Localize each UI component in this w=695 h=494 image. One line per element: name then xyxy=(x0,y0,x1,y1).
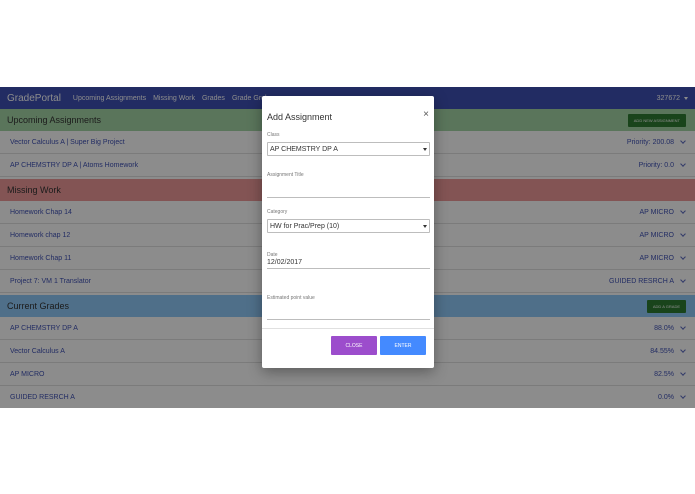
class-select-value: AP CHEMSTRY DP A xyxy=(270,145,338,153)
modal-divider xyxy=(262,328,434,329)
assignment-title-input[interactable] xyxy=(267,186,430,198)
dropdown-arrow-icon xyxy=(423,147,427,151)
close-icon[interactable]: × xyxy=(423,110,429,120)
app-view: GradePortal Upcoming Assignments Missing… xyxy=(0,87,695,408)
dropdown-arrow-icon xyxy=(423,224,427,228)
add-assignment-modal: Add Assignment × Class AP CHEMSTRY DP A … xyxy=(262,96,434,368)
category-label: Category xyxy=(267,209,288,215)
close-button[interactable]: CLOSE xyxy=(331,336,377,355)
date-input[interactable]: 12/02/2017 xyxy=(267,257,430,269)
enter-button[interactable]: ENTER xyxy=(380,336,426,355)
modal-title: Add Assignment xyxy=(267,112,333,122)
category-select[interactable]: HW for Prac/Prep (10) xyxy=(267,219,430,233)
class-select[interactable]: AP CHEMSTRY DP A xyxy=(267,142,430,156)
points-input[interactable] xyxy=(267,308,430,320)
assignment-title-label: Assignment Title xyxy=(267,172,304,178)
class-label: Class xyxy=(267,132,280,138)
category-select-value: HW for Prac/Prep (10) xyxy=(270,222,340,230)
points-label: Estimated point value xyxy=(267,295,315,301)
